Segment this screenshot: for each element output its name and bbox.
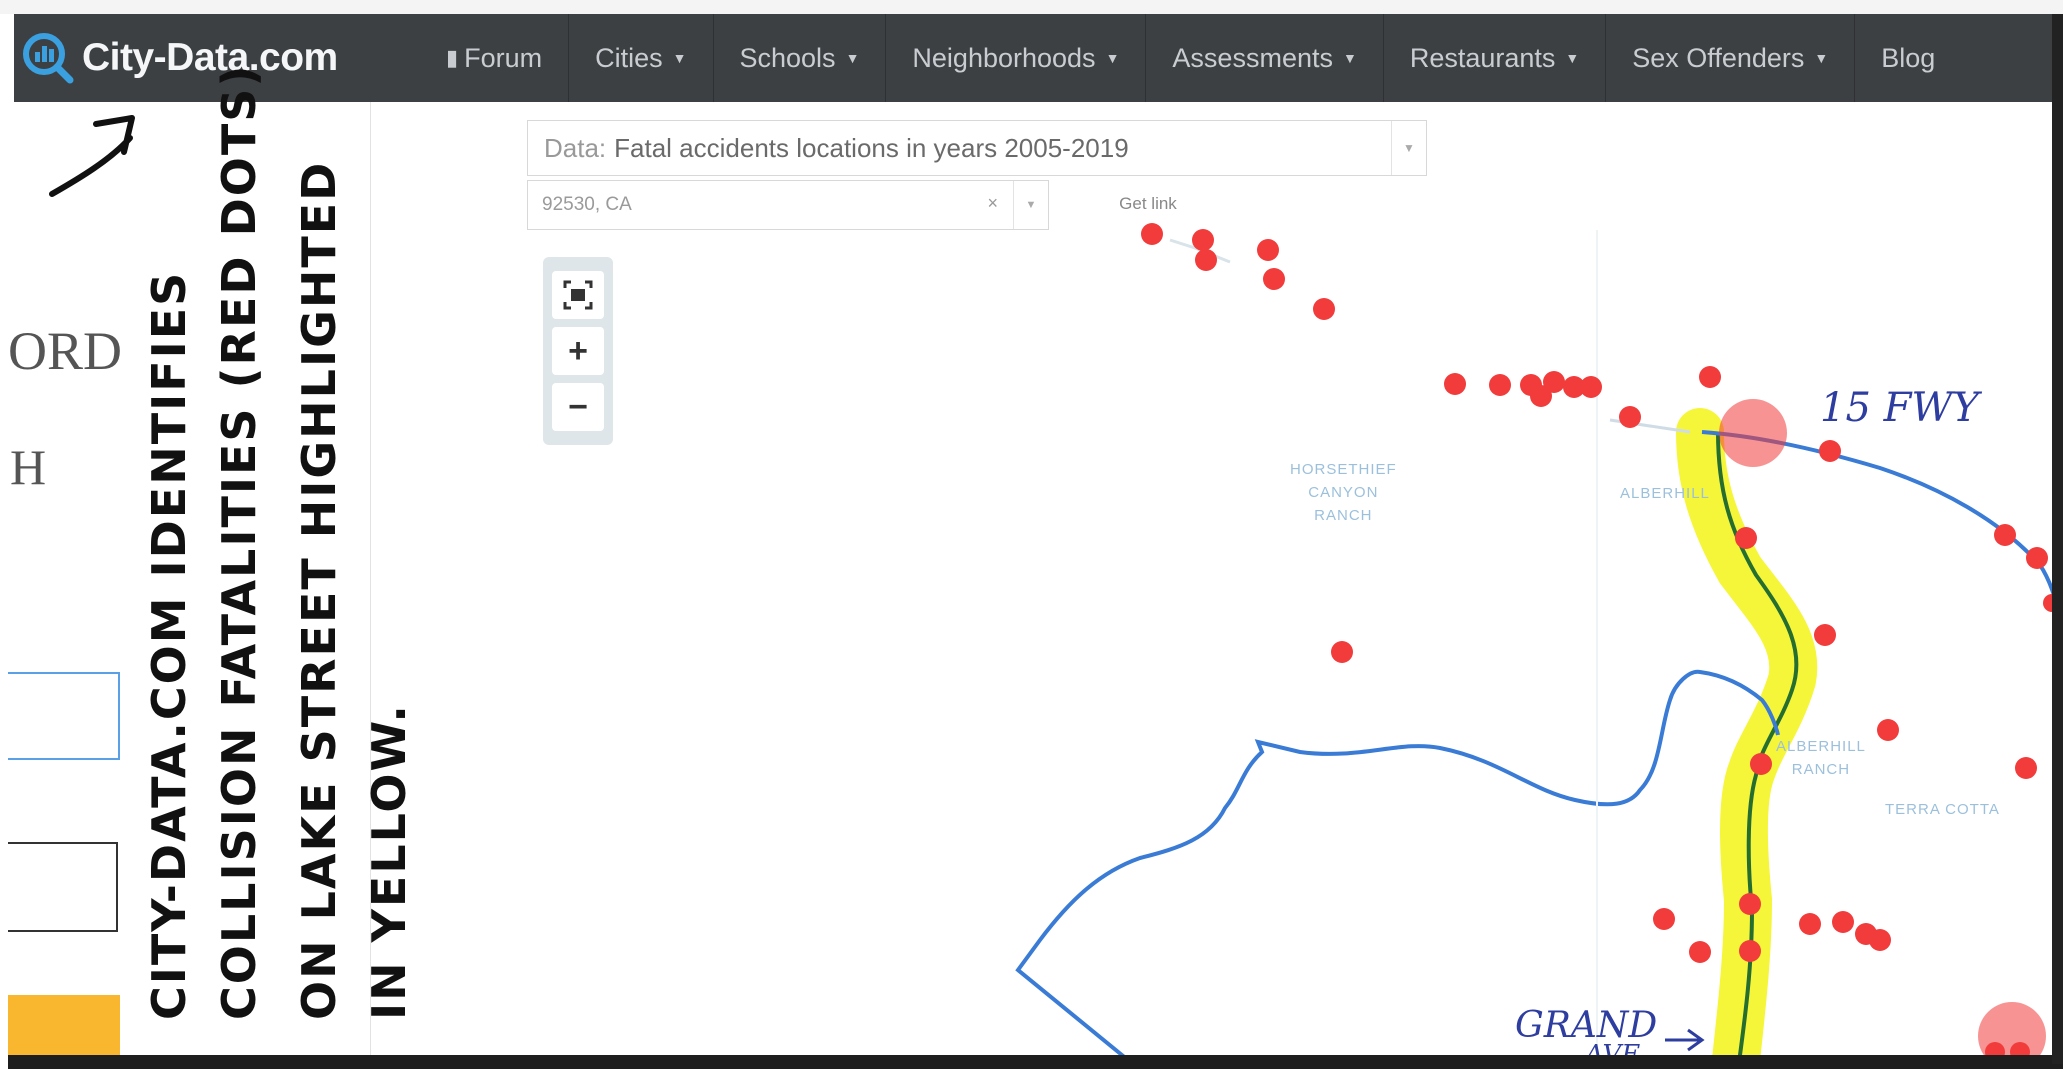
map-label-terra-cotta: TERRA COTTA xyxy=(1885,801,2000,818)
annotation-line-2: COLLISION FATALITIES (RED DOTS) xyxy=(212,63,266,1020)
cropped-text-fragment: ORD xyxy=(8,321,123,381)
nav-neighborhoods-label: Neighborhoods xyxy=(912,42,1096,73)
annotation-arrow xyxy=(49,115,135,197)
location-value: 92530, CA xyxy=(542,194,632,215)
nav-schools[interactable]: Schools ▼ xyxy=(712,14,886,102)
accident-dot xyxy=(1141,223,1163,245)
accident-dot xyxy=(1814,624,1836,646)
clear-icon[interactable]: × xyxy=(987,193,998,214)
accident-dot xyxy=(1750,753,1772,775)
top-navbar: City-Data.com ▮ Forum Cities ▼ Schools ▼… xyxy=(14,14,2054,102)
scan-bottom-bar xyxy=(8,1055,2063,1069)
nav-menu: ▮ Forum Cities ▼ Schools ▼ Neighborhoods… xyxy=(420,14,1961,102)
accident-dot xyxy=(1444,373,1466,395)
accident-dot xyxy=(1869,929,1891,951)
annotation-line-3: ON LAKE STREET HIGHLIGHTED xyxy=(292,160,346,1020)
cropped-orange-button[interactable] xyxy=(8,995,120,1055)
accident-dot xyxy=(1799,913,1821,935)
nav-assessments[interactable]: Assessments ▼ xyxy=(1145,14,1382,102)
data-select[interactable]: Data: Fatal accidents locations in years… xyxy=(527,120,1427,176)
accident-cluster-dot xyxy=(1719,399,1787,467)
accident-dot xyxy=(1699,366,1721,388)
caret-down-icon: ▼ xyxy=(672,50,687,66)
accident-dot xyxy=(1257,239,1279,261)
accident-dot xyxy=(1619,406,1641,428)
accident-dot xyxy=(1739,940,1761,962)
county-line xyxy=(1015,669,1780,1062)
accident-dot xyxy=(1580,376,1602,398)
nav-restaurants-label: Restaurants xyxy=(1409,42,1556,73)
zoom-in-button[interactable]: + xyxy=(552,327,604,375)
cropped-input-box[interactable] xyxy=(8,842,118,932)
nav-cities-label: Cities xyxy=(595,42,663,73)
map-label-horsethief: HORSETHIEF CANYON RANCH xyxy=(1290,461,1397,524)
accident-dot xyxy=(2015,757,2037,779)
map-label-alberhill-ranch: ALBERHILL RANCH xyxy=(1776,738,1866,778)
chevron-down-icon[interactable]: ▼ xyxy=(1013,181,1048,229)
accident-dot xyxy=(1689,941,1711,963)
accident-dot xyxy=(2026,547,2048,569)
map-zoom-controls: + − xyxy=(543,257,613,445)
magnifier-chart-icon xyxy=(23,33,74,84)
nav-forum[interactable]: ▮ Forum xyxy=(420,14,568,102)
accident-dot xyxy=(1192,229,1214,251)
accident-dots xyxy=(1141,223,2061,1062)
cropped-input-box[interactable] xyxy=(8,672,120,760)
accident-dot xyxy=(1543,371,1565,393)
accident-dot xyxy=(1735,527,1757,549)
scan-right-edge xyxy=(2052,14,2063,1064)
accident-dot xyxy=(1489,374,1511,396)
nav-blog[interactable]: Blog xyxy=(1854,14,1961,102)
map-label-alberhill: ALBERHILL xyxy=(1620,485,1710,502)
nav-blog-label: Blog xyxy=(1881,42,1936,73)
nav-forum-label: Forum xyxy=(464,42,543,73)
accident-dot xyxy=(1819,440,1841,462)
accident-dot xyxy=(1994,524,2016,546)
get-link-button[interactable]: Get link xyxy=(1078,184,1218,224)
chevron-down-icon[interactable]: ▼ xyxy=(1391,121,1426,175)
nav-sex-offenders[interactable]: Sex Offenders ▼ xyxy=(1605,14,1854,102)
location-input[interactable]: 92530, CA × ▼ xyxy=(527,180,1049,230)
accident-dot xyxy=(1832,911,1854,933)
annotation-line-4: IN YELLOW. xyxy=(362,703,416,1020)
fit-extent-icon[interactable] xyxy=(552,271,604,319)
fwy-label: 15 FWY xyxy=(1820,385,1979,431)
accident-dot xyxy=(1331,641,1353,663)
nav-cities[interactable]: Cities ▼ xyxy=(568,14,712,102)
grand-ave-arrow xyxy=(1665,1028,1705,1052)
accident-dot xyxy=(1739,893,1761,915)
nav-neighborhoods[interactable]: Neighborhoods ▼ xyxy=(885,14,1145,102)
accident-dot xyxy=(1195,249,1217,271)
accident-dot xyxy=(1263,268,1285,290)
accident-dot xyxy=(1877,719,1899,741)
cropped-text-fragment: H xyxy=(10,439,47,495)
caret-down-icon: ▼ xyxy=(1814,50,1829,66)
nav-restaurants[interactable]: Restaurants ▼ xyxy=(1382,14,1605,102)
accident-dot xyxy=(1313,298,1335,320)
data-select-prefix: Data: xyxy=(544,132,607,163)
nav-schools-label: Schools xyxy=(739,42,836,73)
caret-down-icon: ▼ xyxy=(1342,50,1357,66)
caret-down-icon: ▼ xyxy=(1565,50,1580,66)
accident-dot xyxy=(1653,908,1675,930)
nav-assessments-label: Assessments xyxy=(1172,42,1333,73)
brand-name: City-Data.com xyxy=(82,36,338,79)
caret-down-icon: ▼ xyxy=(845,50,860,66)
caret-down-icon: ▼ xyxy=(1105,50,1120,66)
zoom-out-button[interactable]: − xyxy=(552,383,604,431)
chat-bubbles-icon: ▮ xyxy=(446,45,459,70)
nav-sex-offenders-label: Sex Offenders xyxy=(1632,42,1805,73)
data-select-value: Fatal accidents locations in years 2005-… xyxy=(614,132,1129,163)
annotation-line-1: CITY-DATA.COM IDENTIFIES xyxy=(142,270,196,1020)
